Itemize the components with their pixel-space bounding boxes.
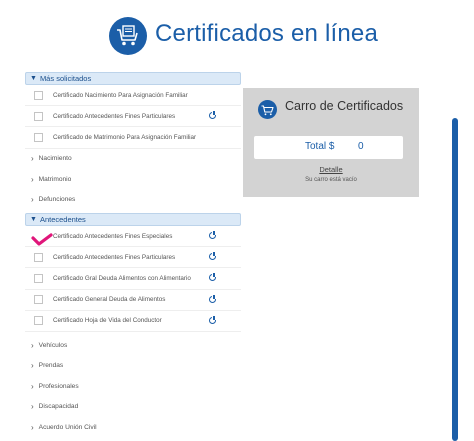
item-label: Certificado Gral Deuda Alimentos con Ali… [53, 275, 191, 283]
list-item[interactable]: Certificado Gral Deuda Alimentos con Ali… [25, 268, 241, 290]
category-discapacidad[interactable]: › Discapacidad [25, 397, 241, 418]
item-checkbox[interactable] [34, 295, 43, 305]
chevron-right-icon: › [31, 381, 34, 391]
total-label: Total $ [305, 141, 335, 152]
total-box: Total $ 0 [254, 136, 403, 159]
info-icon[interactable] [209, 252, 216, 261]
item-checkbox[interactable] [34, 316, 43, 326]
category-label: Profesionales [38, 382, 79, 390]
category-prendas[interactable]: › Prendas [25, 356, 241, 377]
item-label: Certificado Antecedentes Fines Particula… [53, 112, 176, 120]
info-icon[interactable] [209, 294, 216, 303]
item-checkbox[interactable] [34, 111, 43, 121]
cart-certificate-icon [109, 17, 147, 55]
chevron-right-icon: › [31, 340, 34, 350]
category-label: Acuerdo Unión Civil [38, 423, 97, 431]
section-antecedentes[interactable]: ▼ Antecedentes [25, 213, 241, 227]
item-label: Certificado Nacimiento Para Asignación F… [53, 91, 188, 99]
item-checkbox[interactable] [34, 252, 43, 262]
category-defunciones[interactable]: › Defunciones [25, 190, 241, 211]
item-label: Certificado Antecedentes Fines Particula… [53, 253, 176, 261]
category-label: Matrimonio [38, 175, 72, 183]
chevron-right-icon: › [31, 361, 34, 371]
cart-empty-text: Su carro está vacío [305, 177, 357, 183]
item-label: Certificado Hoja de Vida del Conductor [53, 317, 162, 325]
cart-panel: Carro de Certificados Total $ 0 Detalle … [243, 88, 419, 197]
category-label: Prendas [38, 362, 64, 370]
section-mas-solicitados[interactable]: ▼ Más solicitados [25, 72, 241, 85]
scrollbar[interactable] [452, 118, 458, 441]
detail-link[interactable]: Detalle [243, 165, 419, 174]
category-vehiculos[interactable]: › Vehículos [25, 335, 241, 356]
list-item[interactable]: Certificado Nacimiento Para Asignación F… [25, 85, 241, 107]
chevron-down-icon: ▼ [30, 75, 37, 82]
category-label: Nacimiento [38, 155, 72, 163]
chevron-down-icon: ▼ [30, 216, 37, 224]
chevron-right-icon: › [31, 174, 34, 184]
category-label: Discapacidad [38, 403, 79, 411]
chevron-right-icon: › [31, 422, 34, 432]
chevron-right-icon: › [31, 154, 34, 164]
checkmark-icon[interactable] [31, 233, 53, 251]
cart-title: Carro de Certificados [285, 99, 404, 113]
cart-icon [258, 100, 277, 119]
page-header: Certificados en línea [0, 14, 474, 58]
total-value: 0 [358, 141, 364, 152]
chevron-right-icon: › [31, 402, 34, 412]
item-label: Certificado de Matrimonio Para Asignació… [53, 133, 197, 141]
item-label: Certificado Antecedentes Fines Especiale… [53, 232, 173, 240]
item-checkbox[interactable] [34, 90, 43, 100]
certificate-list: ▼ Más solicitados Certificado Nacimiento… [25, 72, 241, 438]
list-item[interactable]: Certificado de Matrimonio Para Asignació… [25, 127, 241, 149]
category-label: Defunciones [38, 196, 76, 204]
list-item[interactable]: Certificado Antecedentes Fines Especiale… [25, 226, 241, 248]
section-label: Más solicitados [39, 74, 92, 83]
item-checkbox[interactable] [34, 274, 43, 284]
page-title: Certificados en línea [155, 20, 378, 47]
category-nacimiento[interactable]: › Nacimiento [25, 149, 241, 170]
list-item[interactable]: Certificado Antecedentes Fines Particula… [25, 106, 241, 128]
category-profesionales[interactable]: › Profesionales [25, 376, 241, 397]
list-item[interactable]: Certificado General Deuda de Alimentos [25, 290, 241, 311]
category-acuerdo-union-civil[interactable]: › Acuerdo Unión Civil [25, 417, 241, 438]
list-item[interactable]: Certificado Hoja de Vida del Conductor [25, 311, 241, 332]
info-icon[interactable] [209, 111, 216, 120]
item-checkbox[interactable] [34, 132, 43, 142]
info-icon[interactable] [209, 315, 216, 324]
info-icon[interactable] [209, 273, 216, 282]
item-label: Certificado General Deuda de Alimentos [53, 296, 166, 304]
info-icon[interactable] [209, 231, 216, 240]
chevron-right-icon: › [31, 195, 34, 205]
section-label: Antecedentes [39, 215, 86, 225]
category-label: Vehículos [38, 341, 68, 349]
list-item[interactable]: Certificado Antecedentes Fines Particula… [25, 247, 241, 269]
category-matrimonio[interactable]: › Matrimonio [25, 169, 241, 190]
